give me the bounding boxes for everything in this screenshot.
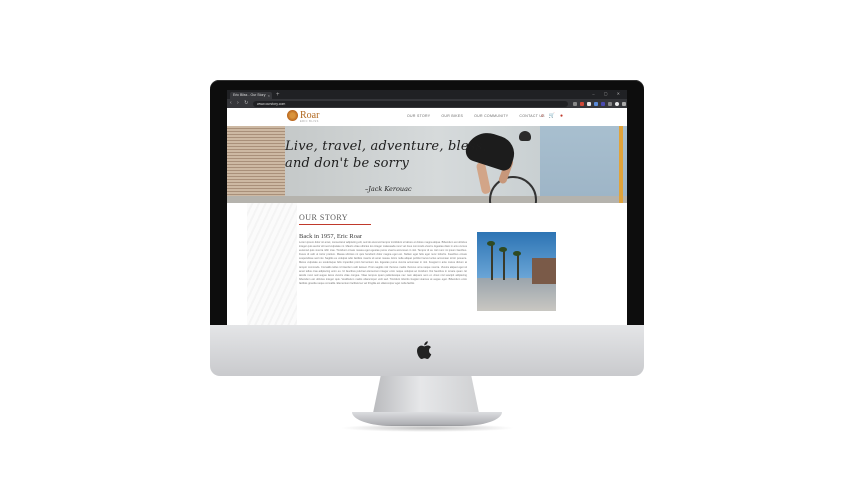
nav-our-story[interactable]: OUR STORY <box>407 114 430 118</box>
window-controls[interactable]: – ▢ ✕ <box>592 91 624 96</box>
palm-fronds <box>513 251 521 256</box>
stand-shadow <box>340 424 515 432</box>
extension-icon[interactable] <box>573 101 577 106</box>
section-divider <box>299 224 371 225</box>
browser-toolbar: ‹ › ↻ ⌂ www.ourstory.com <box>227 99 627 108</box>
search-icon[interactable]: ⌕ <box>541 113 544 119</box>
palm-tree <box>491 244 493 280</box>
address-bar[interactable]: www.ourstory.com <box>253 100 568 107</box>
story-lead: Back in 1957, Eric Roar <box>299 233 362 240</box>
imac-monitor: Eric Bliss - Our Story × + – ▢ ✕ ‹ › ↻ ⌂… <box>210 80 644 376</box>
logo-text: Roar <box>300 109 320 121</box>
profile-icon[interactable] <box>615 101 619 106</box>
boardwalk-photo <box>477 232 556 311</box>
cyclist-helmet <box>519 131 531 141</box>
logo-tagline: ERIC BLISS <box>300 120 319 123</box>
hero-road <box>227 196 627 203</box>
browser-tab[interactable]: Eric Bliss - Our Story × <box>230 92 272 99</box>
extension-icons <box>573 100 626 107</box>
hero-quote-line1: Live, travel, adventure, bless, <box>285 139 487 154</box>
decorative-pattern <box>247 203 297 327</box>
apple-logo-icon <box>417 341 432 359</box>
lion-logo-icon <box>287 110 298 121</box>
user-icon[interactable]: ● <box>560 113 563 119</box>
hero-quote-line2: and don't be sorry <box>285 156 410 171</box>
nav-our-community[interactable]: OUR COMMUNITY <box>474 114 508 118</box>
extension-icon[interactable] <box>580 101 584 106</box>
close-icon[interactable]: × <box>268 92 270 99</box>
hero-shutter-bg <box>227 126 285 203</box>
extension-icon[interactable] <box>587 101 591 106</box>
palm-fronds <box>487 241 495 246</box>
hero-quote: Live, travel, adventure, bless, and don'… <box>285 138 487 172</box>
palm-tree <box>517 254 519 280</box>
hero-sky-bg <box>540 126 627 203</box>
menu-icon[interactable] <box>622 101 626 106</box>
hero-quote-author: –Jack Kerouac <box>365 185 412 193</box>
browser-window: Eric Bliss - Our Story × + – ▢ ✕ ‹ › ↻ ⌂… <box>227 90 627 327</box>
new-tab-button[interactable]: + <box>276 91 280 99</box>
tab-title: Eric Bliss - Our Story <box>233 93 266 97</box>
hero-pole <box>619 126 623 203</box>
monitor-chin <box>210 325 644 376</box>
extension-icon[interactable] <box>594 101 598 106</box>
main-nav: OUR STORY OUR BIKES OUR COMMUNITY CONTAC… <box>407 114 545 118</box>
tab-bar: Eric Bliss - Our Story × + – ▢ ✕ <box>227 90 627 99</box>
header-icons: ⌕ 🛒 ● <box>541 113 563 119</box>
cart-icon[interactable]: 🛒 <box>549 113 555 119</box>
palm-tree <box>503 250 505 280</box>
extension-icon[interactable] <box>608 101 612 106</box>
section-title: OUR STORY <box>299 213 349 222</box>
screen-bezel: Eric Bliss - Our Story × + – ▢ ✕ ‹ › ↻ ⌂… <box>210 80 644 327</box>
site-header: Roar ERIC BLISS OUR STORY OUR BIKES OUR … <box>227 108 627 127</box>
story-section: OUR STORY Back in 1957, Eric Roar Lorem … <box>227 203 627 327</box>
extension-icon[interactable] <box>601 101 605 106</box>
photo-building <box>532 258 556 284</box>
story-body: Lorem ipsum dolor sit amet, consectetur … <box>299 241 467 285</box>
website: Roar ERIC BLISS OUR STORY OUR BIKES OUR … <box>227 108 627 327</box>
palm-fronds <box>499 247 507 252</box>
nav-our-bikes[interactable]: OUR BIKES <box>441 114 463 118</box>
hero-banner: Live, travel, adventure, bless, and don'… <box>227 126 627 203</box>
logo[interactable]: Roar ERIC BLISS <box>287 109 320 123</box>
